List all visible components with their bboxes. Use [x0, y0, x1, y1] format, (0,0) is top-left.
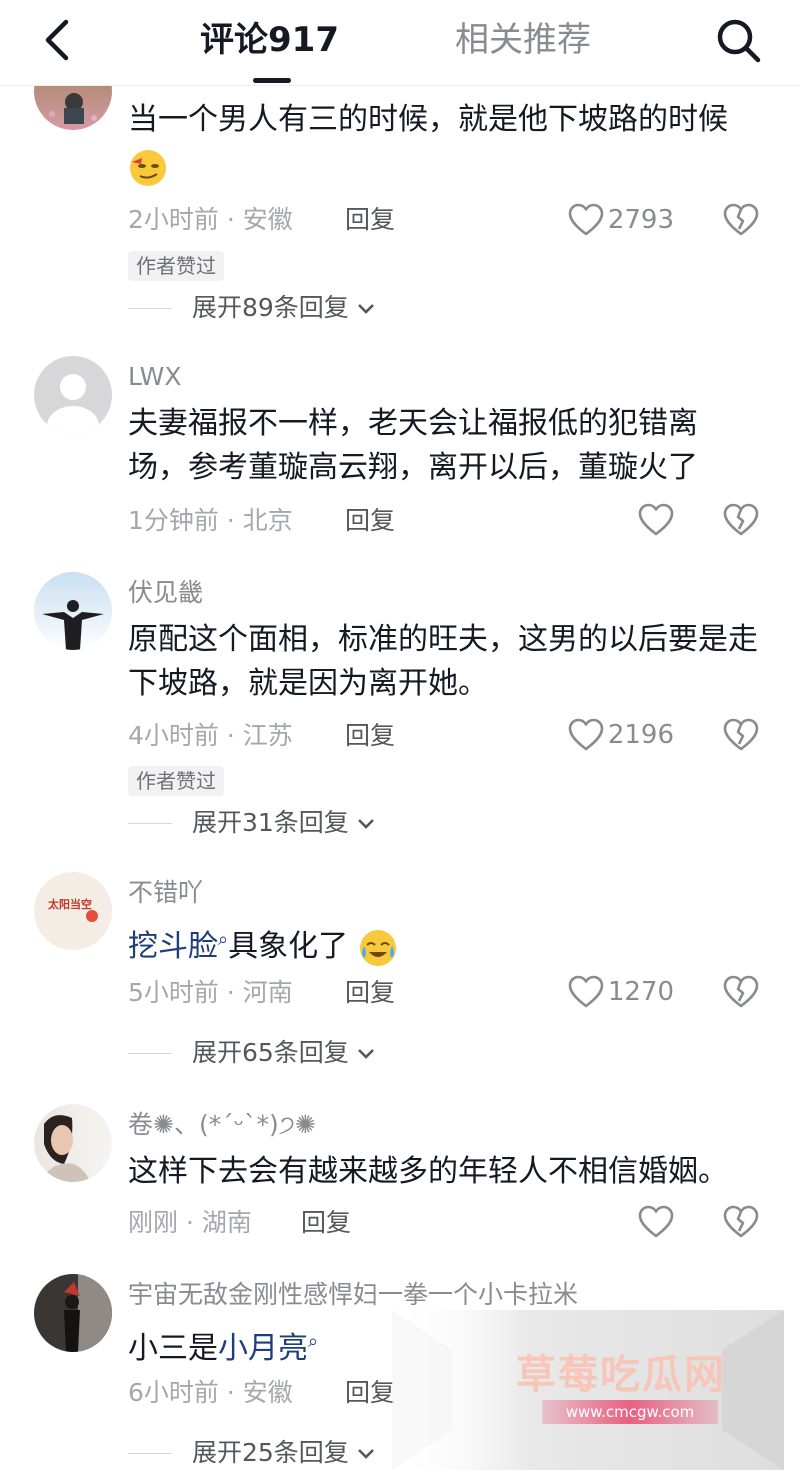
dislike-button[interactable]	[723, 502, 759, 538]
comment-time: 6小时前	[128, 1378, 219, 1407]
comment-time: 1分钟前	[128, 506, 219, 535]
chevron-down-icon	[357, 1049, 374, 1059]
reply-button[interactable]: 回复	[345, 976, 395, 1010]
broken-heart-icon	[723, 718, 759, 751]
watermark-url: www.cmcgw.com	[542, 1400, 718, 1424]
username[interactable]: 伏见畿	[128, 576, 203, 610]
dislike-button[interactable]	[723, 202, 759, 238]
comment-text: 夫妻福报不一样，老天会让福报低的犯错离场，参考董璇高云翔，离开以后，董璇火了	[128, 406, 698, 485]
chevron-down-icon	[357, 1449, 374, 1459]
like-button[interactable]	[638, 500, 674, 540]
broken-heart-icon	[723, 203, 759, 236]
smirk-emoji	[128, 148, 168, 188]
heart-icon	[568, 718, 604, 751]
heart-icon	[568, 975, 604, 1008]
comment-time: 刚刚	[128, 1208, 179, 1237]
avatar[interactable]	[34, 1104, 112, 1182]
chevron-down-icon	[357, 819, 374, 829]
like-button[interactable]: 1270	[568, 972, 674, 1012]
heart-icon	[638, 1205, 674, 1238]
comment-text: 当一个男人有三的时候，就是他下坡路的时候	[128, 102, 728, 137]
search-icon	[717, 19, 761, 63]
comment-list[interactable]: 当一个男人有三的时候，就是他下坡路的时候 2小时前 · 安徽 回复 2793 作…	[0, 0, 800, 1478]
tab-related[interactable]: 相关推荐	[455, 16, 591, 64]
username[interactable]: 卷✺、(*ˊᵕˋ*)੭✺	[128, 1108, 316, 1142]
like-button[interactable]: 2196	[568, 715, 674, 755]
avatar[interactable]: 太阳当空	[34, 872, 112, 950]
like-button[interactable]	[638, 1202, 674, 1242]
heart-icon	[638, 503, 674, 536]
comment-location: 江苏	[242, 721, 293, 750]
comment-time: 5小时前	[128, 978, 219, 1007]
comment-text: 这样下去会有越来越多的年轻人不相信婚姻。	[128, 1154, 728, 1189]
expand-replies[interactable]: 展开25条回复	[128, 1436, 377, 1470]
comment-location: 河南	[242, 978, 293, 1007]
comment-meta: 2小时前 · 安徽	[128, 205, 293, 234]
comment-meta: 4小时前 · 江苏	[128, 721, 293, 750]
dislike-button[interactable]	[723, 974, 759, 1010]
comment-location: 安徽	[242, 205, 293, 234]
author-liked-badge: 作者赞过	[128, 766, 224, 796]
comment-location: 北京	[242, 506, 293, 535]
reply-button[interactable]: 回复	[345, 504, 395, 538]
back-button[interactable]	[34, 16, 82, 64]
username[interactable]: 不错吖	[128, 876, 203, 910]
dislike-button[interactable]	[723, 1204, 759, 1240]
avatar[interactable]	[34, 356, 112, 434]
username[interactable]: 宇宙无敌金刚性感悍妇一拳一个小卡拉米	[128, 1278, 578, 1312]
like-count: 1270	[607, 977, 674, 1007]
search-link[interactable]: 小月亮	[218, 1331, 308, 1366]
dislike-button[interactable]	[723, 717, 759, 753]
heart-icon	[568, 203, 604, 236]
author-liked-badge: 作者赞过	[128, 251, 224, 281]
comment-location: 湖南	[201, 1208, 252, 1237]
comment-time: 4小时前	[128, 721, 219, 750]
like-count: 2793	[607, 205, 674, 235]
comment-text: 挖斗脸⌕具象化了	[128, 918, 768, 969]
comment-meta: 刚刚 · 湖南	[128, 1208, 252, 1237]
reply-button[interactable]: 回复	[345, 203, 395, 237]
like-count: 2196	[607, 720, 674, 750]
broken-heart-icon	[723, 1205, 759, 1238]
broken-heart-icon	[723, 503, 759, 536]
comment-meta: 5小时前 · 河南	[128, 978, 293, 1007]
tab-indicator	[253, 78, 291, 83]
watermark-title: 草莓吃瓜网	[516, 1352, 726, 1398]
comment-time: 2小时前	[128, 205, 219, 234]
avatar-text: 太阳当空	[48, 898, 92, 911]
expand-replies[interactable]: 展开89条回复	[128, 291, 377, 325]
watermark: 草莓吃瓜网 www.cmcgw.com	[392, 1310, 784, 1470]
comment-meta: 6小时前 · 安徽	[128, 1378, 293, 1407]
reply-button[interactable]: 回复	[345, 719, 395, 753]
expand-replies[interactable]: 展开31条回复	[128, 806, 377, 840]
broken-heart-icon	[723, 975, 759, 1008]
search-button[interactable]	[712, 14, 764, 66]
chevron-down-icon	[357, 304, 374, 314]
search-icon: ⌕	[218, 929, 229, 950]
reply-button[interactable]: 回复	[301, 1206, 351, 1240]
reply-button[interactable]: 回复	[345, 1376, 395, 1410]
comment-meta: 1分钟前 · 北京	[128, 506, 293, 535]
search-icon: ⌕	[308, 1331, 319, 1352]
chevron-left-icon	[45, 19, 69, 61]
like-button[interactable]: 2793	[568, 200, 674, 240]
search-link[interactable]: 挖斗脸	[128, 929, 218, 964]
top-bar: 评论917 相关推荐	[0, 0, 800, 86]
comment-text: 原配这个面相，标准的旺夫，这男的以后要是走下坡路，就是因为离开她。	[128, 622, 758, 701]
comment-location: 安徽	[242, 1378, 293, 1407]
crying-laugh-emoji	[358, 928, 398, 968]
expand-replies[interactable]: 展开65条回复	[128, 1036, 377, 1070]
username[interactable]: LWX	[128, 360, 181, 394]
avatar[interactable]	[34, 572, 112, 650]
tab-comments[interactable]: 评论917	[200, 16, 339, 64]
avatar[interactable]	[34, 1274, 112, 1352]
